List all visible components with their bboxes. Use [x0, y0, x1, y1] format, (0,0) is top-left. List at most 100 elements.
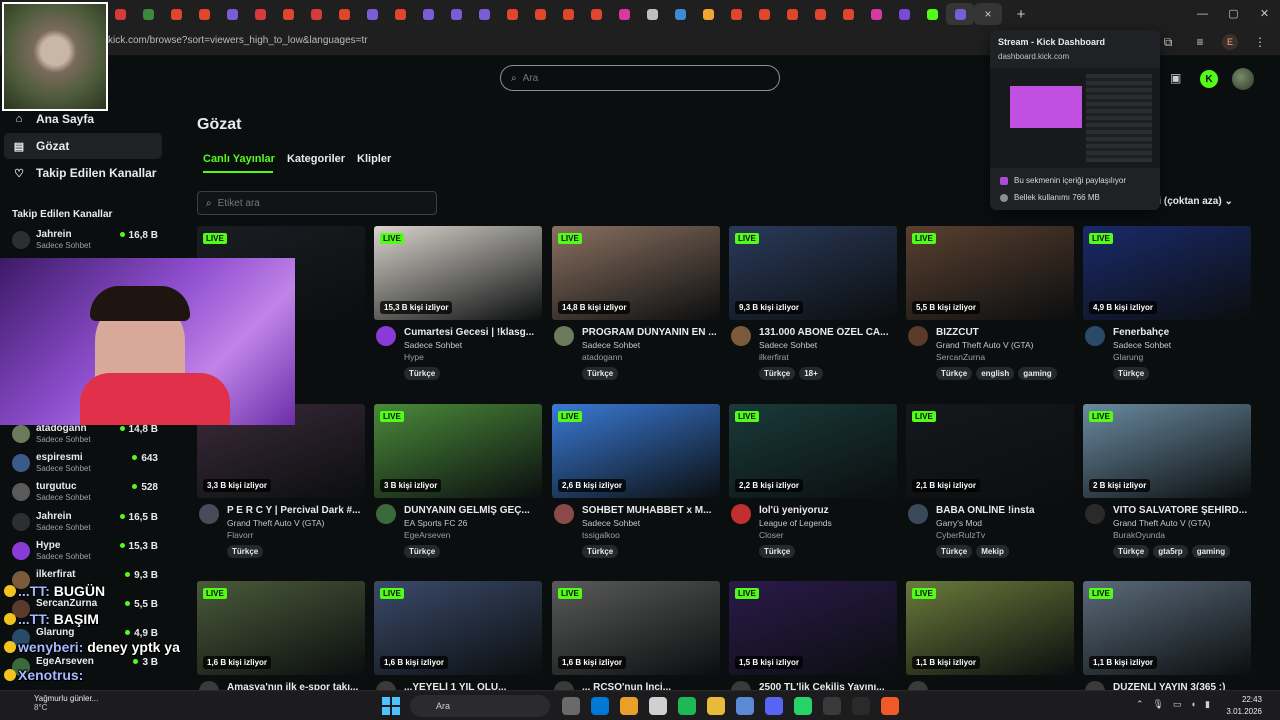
following-channel[interactable]: espiresmi Sadece Sohbet 643 [12, 451, 162, 477]
tag-chip[interactable]: Türkçe [582, 545, 619, 558]
tag-chip[interactable]: english [976, 367, 1015, 380]
tag-chip[interactable]: Türkçe [227, 545, 264, 558]
stream-title[interactable]: BABA ONLİNE !insta [936, 505, 1074, 516]
following-channel[interactable]: turgutuc Sadece Sohbet 528 [12, 480, 162, 506]
tag-chip[interactable]: Türkçe [1113, 545, 1150, 558]
streamer-avatar[interactable] [554, 504, 574, 524]
start-button[interactable] [382, 697, 400, 715]
stream-thumbnail[interactable]: LIVE 3 B kişi izliyor [374, 404, 542, 498]
tag-chip[interactable]: Türkçe [404, 367, 441, 380]
tag-chip[interactable]: gaming [1191, 545, 1231, 558]
following-channel[interactable]: atadogann Sadece Sohbet 14,8 B [12, 422, 162, 448]
tag-chip[interactable]: Türkçe [936, 367, 973, 380]
taskbar-app-icon[interactable] [823, 697, 841, 715]
profile-avatar[interactable]: E [1222, 34, 1238, 50]
tag-chip[interactable]: Türkçe [936, 545, 973, 558]
network-icon[interactable]: ▭ [1173, 699, 1182, 710]
taskbar-search[interactable]: Ara [410, 695, 550, 717]
stream-category[interactable]: Garry's Mod [936, 518, 982, 528]
stream-channel[interactable]: Flavorr [227, 530, 253, 540]
browser-tab[interactable] [778, 3, 806, 25]
taskbar-app-icon[interactable] [794, 697, 812, 715]
streamer-avatar[interactable] [1085, 326, 1105, 346]
user-avatar[interactable] [1232, 68, 1254, 90]
tag-chip[interactable]: gta5rp [1153, 545, 1188, 558]
taskbar-app-icon[interactable] [591, 697, 609, 715]
stream-title[interactable]: VITO SALVATORE ŞEHİRD... [1113, 505, 1251, 516]
streamer-avatar[interactable] [376, 326, 396, 346]
tab-clips[interactable]: Klipler [357, 153, 391, 165]
stream-category[interactable]: Sadece Sohbet [404, 340, 462, 350]
stream-category[interactable]: EA Sports FC 26 [404, 518, 467, 528]
browser-tab[interactable] [750, 3, 778, 25]
stream-thumbnail[interactable]: LIVE 15,3 B kişi izliyor [374, 226, 542, 320]
close-tab-icon[interactable]: × [984, 7, 991, 21]
browser-tab[interactable] [862, 3, 890, 25]
tag-chip[interactable]: Türkçe [404, 545, 441, 558]
stream-thumbnail[interactable]: LIVE 1,6 B kişi izliyor [374, 581, 542, 675]
minimize-button[interactable]: — [1187, 0, 1218, 28]
stream-thumbnail[interactable]: LIVE 1,1 B kişi izliyor [906, 581, 1074, 675]
reading-list-icon[interactable]: ≡ [1190, 32, 1210, 52]
stream-thumbnail[interactable]: LIVE 2 B kişi izliyor [1083, 404, 1251, 498]
stream-thumbnail[interactable]: LIVE 2,1 B kişi izliyor [906, 404, 1074, 498]
tag-chip[interactable]: gaming [1018, 367, 1057, 380]
stream-thumbnail[interactable]: LIVE 1,5 B kişi izliyor [729, 581, 897, 675]
close-window-button[interactable]: ✕ [1249, 0, 1280, 28]
kick-logo-icon[interactable]: K [1200, 70, 1218, 88]
tab-categories[interactable]: Kategoriler [287, 153, 345, 165]
browser-tab[interactable] [666, 3, 694, 25]
stream-channel[interactable]: CyberRulzTv [936, 530, 985, 540]
browser-tab[interactable] [330, 3, 358, 25]
browser-tab[interactable] [806, 3, 834, 25]
stream-channel[interactable]: Glarung [1113, 352, 1143, 362]
active-tab[interactable]: × [974, 3, 1002, 25]
stream-category[interactable]: Sadece Sohbet [582, 518, 640, 528]
stream-category[interactable]: League of Legends [759, 518, 832, 528]
stream-title[interactable]: BIZZCUT [936, 327, 1074, 338]
weather-widget[interactable]: Yağmurlu günler... 8°C [14, 694, 98, 712]
stream-thumbnail[interactable]: LIVE 2,2 B kişi izliyor [729, 404, 897, 498]
browser-tab[interactable] [190, 3, 218, 25]
browser-tab[interactable] [582, 3, 610, 25]
search-input[interactable] [522, 72, 743, 84]
browser-tab[interactable] [358, 3, 386, 25]
taskbar-app-icon[interactable] [736, 697, 754, 715]
stream-title[interactable]: 131.000 ABONE ÖZEL CA... [759, 327, 897, 338]
browser-tab[interactable] [946, 3, 974, 25]
taskbar-app-icon[interactable] [562, 697, 580, 715]
stream-thumbnail[interactable]: LIVE 9,3 B kişi izliyor [729, 226, 897, 320]
streamer-avatar[interactable] [1085, 504, 1105, 524]
stream-thumbnail[interactable]: LIVE 1,1 B kişi izliyor [1083, 581, 1251, 675]
taskbar-app-icon[interactable] [881, 697, 899, 715]
following-channel[interactable]: Jahrein Sadece Sohbet 16,8 B [12, 228, 162, 254]
taskbar-app-icon[interactable] [620, 697, 638, 715]
stream-title[interactable]: DÜNYANIN GELMİŞ GEÇ... [404, 505, 542, 516]
streamer-avatar[interactable] [199, 504, 219, 524]
stream-channel[interactable]: tssigalkoo [582, 530, 620, 540]
tag-chip[interactable]: Türkçe [759, 545, 796, 558]
tag-chip[interactable]: Türkçe [582, 367, 619, 380]
streamer-avatar[interactable] [554, 326, 574, 346]
stream-channel[interactable]: BurakOyunda [1113, 530, 1165, 540]
tab-live[interactable]: Canlı Yayınlar [203, 153, 275, 165]
menu-icon[interactable]: ⋮ [1250, 32, 1270, 52]
browser-tab[interactable] [694, 3, 722, 25]
browser-tab[interactable] [162, 3, 190, 25]
browser-tab[interactable] [610, 3, 638, 25]
taskbar-app-icon[interactable] [852, 697, 870, 715]
stream-title[interactable]: Cumartesi Gecesi | !klasg... [404, 327, 542, 338]
stream-channel[interactable]: atadogann [582, 352, 622, 362]
browser-tab[interactable] [834, 3, 862, 25]
stream-category[interactable]: Sadece Sohbet [582, 340, 640, 350]
stream-title[interactable]: SOHBET MUHABBET x M... [582, 505, 720, 516]
stream-thumbnail[interactable]: LIVE 2,6 B kişi izliyor [552, 404, 720, 498]
browser-tab[interactable] [526, 3, 554, 25]
browser-tab[interactable] [638, 3, 666, 25]
browser-tab[interactable] [302, 3, 330, 25]
stream-category[interactable]: Grand Theft Auto V (GTA) [227, 518, 324, 528]
tag-chip[interactable]: Mekip [976, 545, 1009, 558]
stream-category[interactable]: Sadece Sohbet [759, 340, 817, 350]
tag-chip[interactable]: Türkçe [1113, 367, 1150, 380]
streamer-avatar[interactable] [908, 326, 928, 346]
